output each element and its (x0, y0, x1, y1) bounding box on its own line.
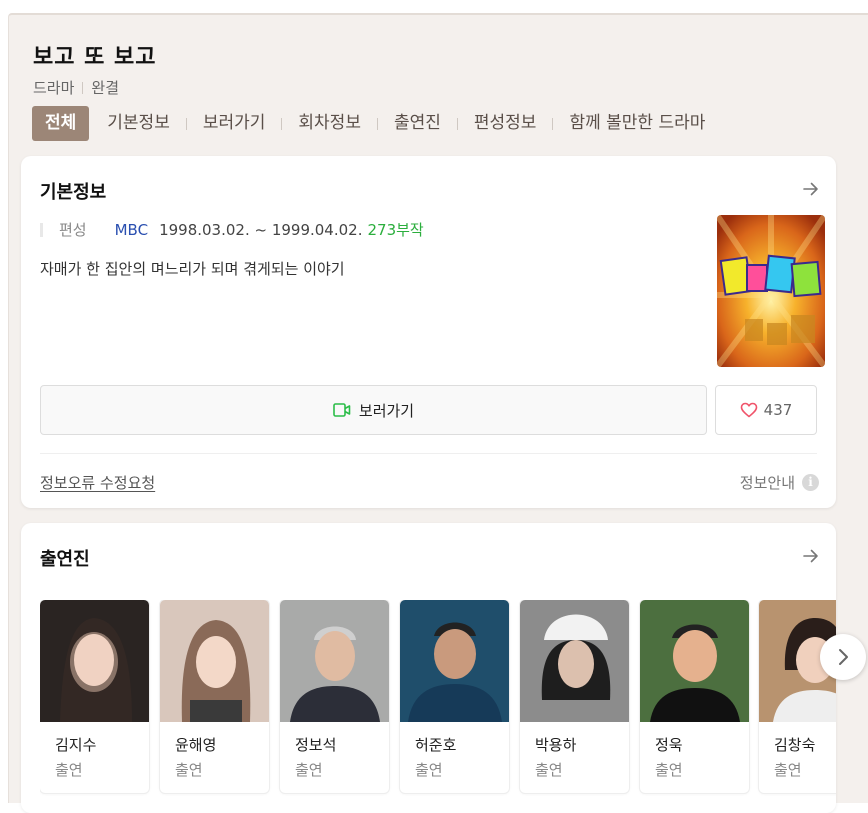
cast-name: 윤해영 (175, 736, 217, 754)
episode-count[interactable]: 273부작 (367, 219, 423, 240)
info-bullet (40, 222, 43, 237)
drama-panel: 보고 또 보고 드라마 완결 전체 기본정보 보러가기 회차정보 출연진 편성정… (8, 13, 868, 813)
channel-link[interactable]: MBC (115, 221, 148, 239)
heart-icon (740, 402, 757, 418)
info-icon: i (802, 474, 819, 491)
cast-carousel: 김지수 출연 윤해영 출연 정보석 출연 허준호 출연 박용하 출연 정욱 출연… (40, 600, 836, 796)
arrow-right-icon[interactable] (802, 180, 820, 198)
cast-photo (280, 600, 389, 722)
tab-episodes[interactable]: 회차정보 (282, 106, 377, 141)
cast-photo (520, 600, 629, 722)
cast-photo (400, 600, 509, 722)
cast-title[interactable]: 출연진 (40, 545, 90, 571)
cast-member[interactable]: 정보석 출연 (280, 600, 389, 793)
status-label: 완결 (91, 79, 120, 97)
cast-photo (40, 600, 149, 722)
basic-info-card: 기본정보 편성 MBC 1998.03.02. ~ 1999.04.02. 27… (21, 156, 836, 508)
air-dates: 1998.03.02. ~ 1999.04.02. (159, 220, 363, 239)
like-button[interactable]: 437 (715, 385, 817, 435)
info-guide-label: 정보안내 (739, 474, 795, 492)
carousel-next-button[interactable] (820, 634, 866, 680)
watch-button-label: 보러가기 (358, 401, 415, 420)
genre-label: 드라마 (33, 79, 75, 97)
page-title: 보고 또 보고 (33, 45, 157, 70)
like-count: 437 (763, 401, 793, 419)
basic-info-title[interactable]: 기본정보 (40, 178, 106, 204)
cast-member[interactable]: 허준호 출연 (400, 600, 509, 793)
drama-meta: 드라마 완결 (33, 77, 119, 98)
cast-role: 출연 (295, 761, 323, 779)
cast-name: 정보석 (295, 736, 337, 754)
video-camera-icon (333, 403, 351, 417)
cast-photo (640, 600, 749, 722)
cast-role: 출연 (55, 761, 83, 779)
tab-schedule[interactable]: 편성정보 (458, 106, 553, 141)
tab-basic-info[interactable]: 기본정보 (91, 106, 186, 141)
cast-name: 김지수 (55, 736, 97, 754)
tab-cast[interactable]: 출연진 (378, 106, 457, 141)
cast-member[interactable]: 윤해영 출연 (160, 600, 269, 793)
chevron-right-icon (839, 649, 848, 665)
cast-name: 정욱 (655, 736, 683, 754)
cast-member[interactable]: 김창숙 출연 (759, 600, 836, 793)
cast-card: 출연진 김지수 출연 윤해영 출연 정보석 출연 허준호 출연 박용하 출연 정… (21, 523, 836, 813)
tab-recommended[interactable]: 함께 볼만한 드라마 (553, 106, 721, 141)
synopsis: 자매가 한 집안의 며느리가 되며 겪게되는 이야기 (40, 260, 345, 278)
cast-role: 출연 (535, 761, 563, 779)
cast-role: 출연 (415, 761, 443, 779)
cast-photo (160, 600, 269, 722)
tab-all[interactable]: 전체 (32, 106, 90, 141)
cast-member[interactable]: 박용하 출연 (520, 600, 629, 793)
tab-watch[interactable]: 보러가기 (187, 106, 282, 141)
cast-name: 박용하 (535, 736, 577, 754)
poster-image[interactable] (717, 215, 825, 367)
cast-role: 출연 (655, 761, 683, 779)
report-error-link[interactable]: 정보오류 수정요청 (40, 472, 155, 493)
divider (40, 453, 817, 454)
meta-divider (82, 81, 84, 94)
cast-member[interactable]: 정욱 출연 (640, 600, 749, 793)
cast-member[interactable]: 김지수 출연 (40, 600, 149, 793)
tab-bar: 전체 기본정보 보러가기 회차정보 출연진 편성정보 함께 볼만한 드라마 (32, 106, 721, 141)
info-guide-button[interactable]: 정보안내 i (740, 472, 819, 493)
watch-button[interactable]: 보러가기 (40, 385, 707, 435)
broadcast-label: 편성 (59, 221, 87, 239)
cast-role: 출연 (175, 761, 203, 779)
cast-name: 김창숙 (774, 736, 816, 754)
broadcast-info: 편성 MBC 1998.03.02. ~ 1999.04.02. 273부작 (40, 219, 424, 240)
arrow-right-icon[interactable] (802, 547, 820, 565)
cast-role: 출연 (774, 761, 802, 779)
cast-name: 허준호 (415, 736, 457, 754)
